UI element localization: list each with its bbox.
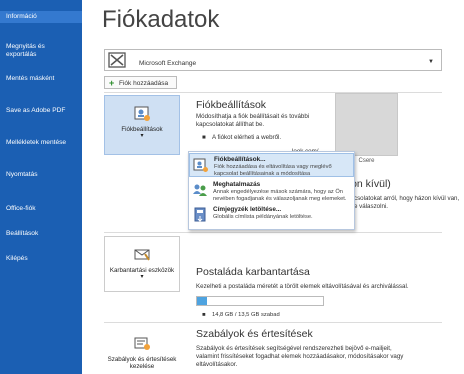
nav-item-label: Nyomtatás (6, 171, 38, 178)
nav-item-save-as[interactable]: Mentés másként (0, 75, 82, 83)
cleanup-tools-icon (134, 249, 150, 261)
menu-item-desc: Fiók hozzáadása és eltávolítása vagy meg… (214, 164, 354, 178)
nav-item-label: Megnyitás és exportálás (6, 43, 45, 58)
menu-item-desc-line: nevében fogadjanak és válaszoljanak meg … (213, 196, 347, 202)
account-settings-button-label: Fiókbeállítások (121, 126, 163, 133)
nav-item-save-attachments[interactable]: Mellékletek mentése (0, 139, 82, 147)
exchange-logo-icon (108, 52, 126, 68)
rules-desc-3: eltávolításakor. (196, 361, 238, 368)
account-settings-menu: Fiókbeállítások... Fiók hozzáadása és el… (188, 151, 355, 230)
manage-rules-button[interactable]: Szabályok és értesítések kezelése (104, 326, 180, 374)
page-title: Fiókadatok (102, 6, 220, 33)
mailbox-usage-text: 14,8 GB / 13,5 GB szabad (212, 312, 280, 318)
cleanup-tools-button[interactable]: Karbantartási eszközök ▾ (104, 236, 180, 292)
nav-item-info[interactable]: Információ (0, 11, 82, 23)
out-of-office-desc-1: kapcsolatokat arról, hogy házon kívül va… (344, 195, 460, 202)
add-account-button[interactable]: + Fiók hozzáadása (104, 76, 177, 89)
bullet-icon: ■ (202, 134, 206, 141)
menu-item-desc-line: Globális címlista példányának letöltése. (213, 214, 313, 220)
rules-icon (134, 337, 150, 350)
manage-rules-label: Szabályok és értesítések kezelése (107, 356, 177, 370)
delegate-users-icon (193, 184, 207, 196)
nav-item-exit[interactable]: Kilépés (0, 255, 82, 263)
rules-desc-1: Szabályok és értesítések segítségével re… (196, 345, 392, 352)
nav-item-label: Office-fiók (6, 205, 36, 212)
chevron-down-icon: ▾ (140, 274, 144, 280)
mailbox-title: Postaláda karbantartása (196, 266, 310, 278)
account-settings-icon (193, 158, 208, 172)
nav-item-label: Mellékletek mentése (6, 139, 67, 146)
nav-item-open-export[interactable]: Megnyitás és exportálás (0, 43, 82, 59)
menu-item-title: Fiókbeállítások... (214, 156, 266, 163)
account-settings-button[interactable]: Fiókbeállítások ▾ (104, 95, 180, 155)
menu-item-desc-line: Annak engedélyezése mások számára, hogy … (213, 189, 343, 195)
account-settings-title: Fiókbeállítások (196, 99, 267, 111)
mailbox-usage-fill (197, 297, 208, 305)
nav-item-options[interactable]: Beállítások (0, 230, 82, 238)
add-account-label: Fiók hozzáadása (119, 80, 169, 87)
nav-item-office-account[interactable]: Office-fiók (0, 205, 82, 213)
menu-item-desc-line: Fiók hozzáadása és eltávolítása vagy meg… (214, 164, 332, 170)
menu-item-title: Meghatalmazás (213, 181, 261, 188)
address-book-icon (194, 207, 206, 222)
cleanup-tools-label: Karbantartási eszközök (109, 267, 175, 274)
nav-item-label: Save as Adobe PDF (6, 107, 66, 114)
nav-item-save-as-pdf[interactable]: Save as Adobe PDF (0, 107, 82, 115)
divider (104, 232, 442, 233)
backstage-sidebar: Információ Megnyitás és exportálás Menté… (0, 0, 82, 374)
rules-desc-2: valamint frissítéseket fogadhat elemek h… (196, 353, 404, 360)
menu-item-desc: Annak engedélyezése mások számára, hogy … (213, 189, 353, 203)
account-settings-desc-2: kapcsolatokat állíthat be. (196, 121, 265, 128)
menu-item-desc-line: kapcsolat beállításainak a módosítása (214, 171, 311, 177)
nav-item-label: Kilépés (6, 255, 28, 262)
bullet-icon: ■ (202, 312, 206, 318)
menu-item-download-address-book[interactable]: Címjegyzék letöltése... Globális címlist… (189, 204, 354, 228)
divider (104, 322, 442, 323)
web-access-text: A fiókot elérheti a webről. (212, 134, 282, 141)
account-name: Microsoft Exchange (139, 60, 197, 67)
chevron-down-icon: ▾ (140, 133, 144, 139)
plus-icon: + (109, 78, 115, 88)
dropdown-arrow-icon: ▼ (428, 59, 434, 65)
account-settings-icon (134, 106, 150, 121)
rules-title: Szabályok és értesítések (196, 328, 313, 340)
mailbox-desc: Kezelheti a postaláda méretét a törölt e… (196, 283, 409, 290)
menu-item-delegate-access[interactable]: Meghatalmazás Annak engedélyezése mások … (189, 179, 354, 203)
nav-item-print[interactable]: Nyomtatás (0, 171, 82, 179)
nav-item-label: Információ (6, 13, 37, 20)
menu-item-desc: Globális címlista példányának letöltése. (213, 214, 353, 221)
nav-item-label: Mentés másként (6, 75, 55, 82)
mailbox-usage-bar (196, 296, 324, 306)
nav-item-label: Beállítások (6, 230, 39, 237)
avatar (335, 93, 398, 156)
account-selector[interactable]: Microsoft Exchange ▼ (104, 49, 442, 71)
menu-item-title: Címjegyzék letöltése... (213, 206, 282, 213)
main-content: Fiókadatok Microsoft Exchange ▼ + Fiók h… (82, 0, 464, 374)
menu-item-account-settings[interactable]: Fiókbeállítások... Fiók hozzáadása és el… (189, 153, 354, 177)
account-settings-desc-1: Módosíthatja a fiók beállításait és tová… (196, 113, 310, 120)
